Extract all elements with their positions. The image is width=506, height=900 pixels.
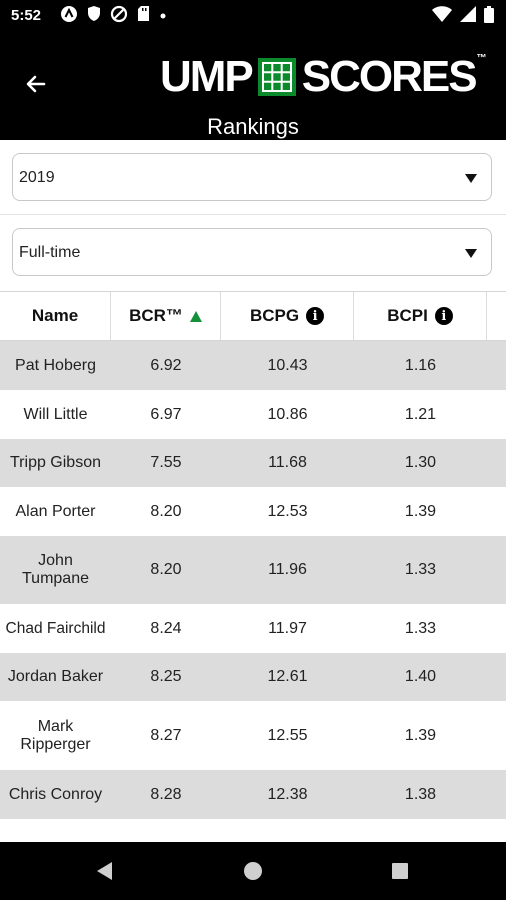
cell-name: Pat Hoberg bbox=[15, 356, 96, 374]
cell-bcr: 6.97 bbox=[150, 405, 182, 423]
cell-name: Tripp Gibson bbox=[10, 454, 101, 471]
cell-bcpg: 11.97 bbox=[268, 619, 307, 637]
col-header-bcpg-label: BCPG bbox=[249, 306, 300, 325]
divider bbox=[0, 214, 506, 215]
umpscores-logo: UMP SCORES ™ bbox=[160, 52, 487, 101]
app-header: UMP SCORES ™ Rankings bbox=[0, 32, 506, 140]
table-row[interactable]: Pat Hoberg 6.92 10.43 1.16 bbox=[0, 341, 506, 390]
status-bar: 5:52 bbox=[0, 0, 506, 32]
dot-icon bbox=[159, 7, 167, 25]
cell-name: Mark Ripperger bbox=[20, 717, 91, 753]
cell-name: Chris Conroy bbox=[8, 785, 103, 803]
cell-bcpi: 1.39 bbox=[404, 502, 437, 520]
cell-name: Chad Fairchild bbox=[5, 619, 106, 637]
col-header-bcr[interactable]: BCR™ bbox=[111, 292, 221, 340]
logo-text-right: SCORES bbox=[301, 52, 478, 101]
status-time: 5:52 bbox=[11, 7, 42, 24]
col-header-bcpi[interactable]: BCPI i bbox=[354, 292, 487, 340]
cell-name: John Tumpane bbox=[22, 552, 89, 587]
rankings-table: Name BCR™ BCPG i BCPI i Pat Hoberg 6.92 … bbox=[0, 291, 506, 819]
col-header-name[interactable]: Name bbox=[0, 292, 111, 340]
col-header-name-label: Name bbox=[31, 306, 79, 325]
cell-bcr: 8.27 bbox=[150, 726, 182, 744]
arrow-left-icon bbox=[24, 72, 48, 101]
season-select[interactable]: 2019 bbox=[12, 153, 492, 201]
table-row[interactable]: Jordan Baker 8.25 12.61 1.40 bbox=[0, 653, 506, 701]
table-row[interactable]: Mark Ripperger 8.27 12.55 1.39 bbox=[0, 701, 506, 770]
cell-bcr: 8.25 bbox=[150, 668, 182, 685]
nav-home-icon[interactable] bbox=[244, 862, 262, 880]
cell-bcpg: 10.43 bbox=[267, 356, 308, 374]
data-saver-icon bbox=[110, 5, 128, 28]
info-icon[interactable]: i bbox=[306, 307, 325, 325]
cell-bcpi: 1.16 bbox=[404, 356, 437, 374]
battery-icon bbox=[484, 6, 494, 28]
cell-bcr: 8.20 bbox=[150, 561, 182, 578]
table-row[interactable]: Will Little 6.97 10.86 1.21 bbox=[0, 390, 506, 439]
cell-bcr: 8.24 bbox=[150, 619, 182, 637]
table-row[interactable]: John Tumpane 8.20 11.96 1.33 bbox=[0, 536, 506, 604]
cell-bcr: 7.55 bbox=[150, 454, 182, 471]
cell-bcpi: 1.21 bbox=[404, 405, 437, 423]
logo-trademark: ™ bbox=[476, 53, 487, 64]
cell-bcpi: 1.33 bbox=[404, 619, 437, 637]
nav-back-icon[interactable] bbox=[97, 862, 112, 880]
notification-a-icon bbox=[60, 5, 78, 28]
cell-bcpg: 12.55 bbox=[267, 726, 308, 744]
col-header-bcpi-label: BCPI bbox=[387, 306, 428, 325]
cell-bcpi: 1.38 bbox=[404, 785, 437, 803]
cell-bcpg: 12.38 bbox=[267, 785, 308, 803]
cell-bcpi: 1.33 bbox=[404, 561, 437, 578]
strike-zone-grid-icon bbox=[257, 58, 296, 96]
back-button[interactable] bbox=[20, 70, 52, 102]
nav-recents-icon[interactable] bbox=[392, 863, 408, 879]
col-header-bcr-label: BCR™ bbox=[129, 306, 183, 325]
cell-bcpi: 1.40 bbox=[404, 668, 437, 685]
status-select-value: Full-time bbox=[19, 244, 81, 261]
cell-bcpi: 1.39 bbox=[404, 726, 437, 744]
cell-name: Will Little bbox=[23, 405, 88, 423]
cell-bcpg: 11.96 bbox=[268, 561, 307, 578]
season-select-value: 2019 bbox=[19, 169, 55, 186]
sd-card-icon bbox=[137, 5, 150, 27]
dropdown-caret-icon bbox=[465, 249, 477, 258]
logo-text-left: UMP bbox=[160, 52, 254, 101]
cell-name: Jordan Baker bbox=[7, 668, 104, 685]
wifi-icon bbox=[432, 6, 452, 28]
table-row[interactable]: Alan Porter 8.20 12.53 1.39 bbox=[0, 487, 506, 536]
shield-icon bbox=[87, 5, 101, 27]
page-title: Rankings bbox=[207, 114, 299, 139]
dropdown-caret-icon bbox=[465, 174, 477, 183]
table-row[interactable]: Chad Fairchild 8.24 11.97 1.33 bbox=[0, 604, 506, 653]
cell-bcpi: 1.30 bbox=[404, 454, 437, 471]
cell-name: Alan Porter bbox=[15, 502, 96, 520]
col-header-bcpg[interactable]: BCPG i bbox=[221, 292, 354, 340]
cell-bcpg: 11.68 bbox=[268, 454, 307, 471]
sort-ascending-icon bbox=[189, 310, 202, 322]
cell-bcpg: 10.86 bbox=[267, 405, 308, 423]
cell-bcr: 8.28 bbox=[150, 785, 182, 803]
cell-bcpg: 12.53 bbox=[267, 502, 308, 520]
cell-bcr: 6.92 bbox=[150, 356, 182, 374]
cell-bcr: 8.20 bbox=[150, 502, 182, 520]
table-header: Name BCR™ BCPG i BCPI i bbox=[0, 291, 506, 341]
cell-bcpg: 12.61 bbox=[267, 668, 308, 685]
system-nav-bar bbox=[0, 842, 506, 900]
info-icon[interactable]: i bbox=[434, 307, 453, 325]
table-row[interactable]: Tripp Gibson 7.55 11.68 1.30 bbox=[0, 439, 506, 487]
status-select[interactable]: Full-time bbox=[12, 228, 492, 276]
table-row[interactable]: Chris Conroy 8.28 12.38 1.38 bbox=[0, 770, 506, 819]
signal-icon bbox=[460, 6, 476, 28]
